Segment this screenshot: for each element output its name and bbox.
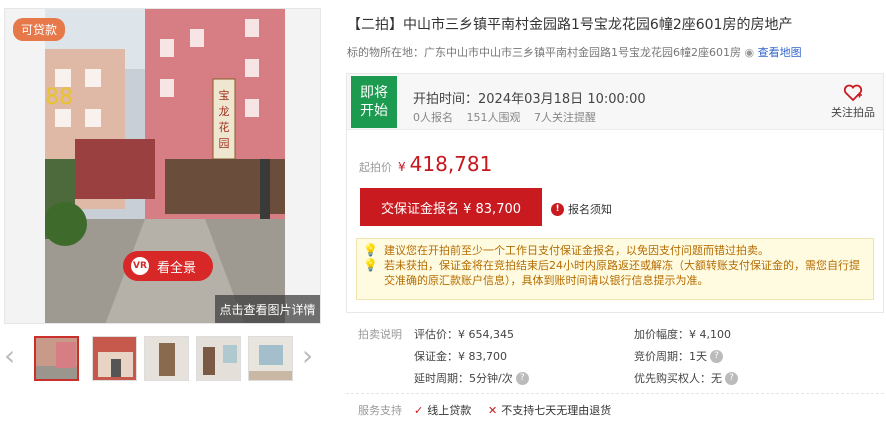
priority-buyer: 优先购买权人：无? <box>634 370 738 386</box>
vr-panorama-button[interactable]: VR 看全景 <box>123 251 213 281</box>
viewer-count: 151人围观 <box>466 111 521 124</box>
svg-text:宝: 宝 <box>219 88 230 102</box>
svg-text:花: 花 <box>219 121 230 134</box>
heart-plus-icon <box>843 84 863 102</box>
no-return-item: ✕ 不支持七天无理由退货 <box>488 402 611 418</box>
check-icon: ✓ <box>414 403 424 417</box>
notice-label: 报名须知 <box>568 203 612 216</box>
start-time: 开拍时间：2024年03月18日 10:00:00 <box>413 88 646 107</box>
price-label: 起拍价 <box>359 161 392 174</box>
thumbnail[interactable] <box>248 336 293 381</box>
vr-label: 看全景 <box>157 260 197 276</box>
currency-symbol: ¥ <box>398 160 406 174</box>
lightbulb-icon: 💡 <box>363 258 378 272</box>
auction-panel: 即将 开始 开拍时间：2024年03月18日 10:00:00 0人报名 151… <box>346 73 884 313</box>
thumbnail[interactable] <box>144 336 189 381</box>
service-label: 服务支持 <box>358 404 402 417</box>
status-text-1: 即将 <box>360 85 388 101</box>
auction-stats: 0人报名 151人围观 7人关注提醒 <box>413 109 606 125</box>
registration-notice-link[interactable]: ! 报名须知 <box>551 201 612 217</box>
next-arrow-icon[interactable]: › <box>302 342 313 370</box>
online-loan-item: ✓ 线上贷款 <box>414 402 471 418</box>
info-label: 拍卖说明 <box>358 328 402 341</box>
help-icon[interactable]: ? <box>515 371 529 385</box>
tips-box: 💡 建议您在开拍前至少一个工作日支付保证金报名，以免因支付问题而错过拍卖。 💡 若未… <box>356 238 874 300</box>
view-map-link[interactable]: 查看地图 <box>758 46 802 59</box>
tip-text: 若未获拍，保证金将在竞拍结束后24小时内原路返还或解冻（大额转账支付保证金的，需… <box>383 259 860 287</box>
address-value: 广东中山市中山市三乡镇平南村金园路1号宝龙花园6幢2座601房 <box>424 46 741 59</box>
svg-text:园: 园 <box>219 137 230 150</box>
cross-icon: ✕ <box>488 403 498 417</box>
bid-increment: 加价幅度：¥ 4,100 <box>634 328 731 341</box>
main-photo[interactable]: 宝 龙 花 园 88 可贷款 VR 看全景 点击查看图片详情 <box>4 8 321 324</box>
bidding-cycle-text: 竞价周期：1天 <box>634 350 707 363</box>
location-line: 标的物所在地：广东中山市中山市三乡镇平南村金园路1号宝龙花园6幢2座601房 ◉… <box>347 44 802 60</box>
status-tag: 即将 开始 <box>351 76 397 128</box>
help-icon[interactable]: ? <box>710 349 723 363</box>
assessment-price: 评估价：¥ 654,345 <box>414 328 514 341</box>
tip-item: 💡 若未获拍，保证金将在竞拍结束后24小时内原路返还或解冻（大额转账支付保证金的，… <box>363 258 867 288</box>
price-value: ¥418,781 <box>398 152 492 176</box>
status-text-2: 开始 <box>360 103 388 119</box>
no-return-text: 不支持七天无理由退货 <box>501 404 612 417</box>
delay-cycle: 延时周期：5分钟/次? <box>414 370 529 386</box>
signup-count: 0人报名 <box>413 111 453 124</box>
status-bar: 即将 开始 开拍时间：2024年03月18日 10:00:00 0人报名 151… <box>347 74 883 130</box>
bidding-cycle: 竞价周期：1天? <box>634 348 723 364</box>
address-label: 标的物所在地： <box>347 46 424 59</box>
divider <box>346 393 884 394</box>
thumbnail[interactable] <box>92 336 137 381</box>
help-icon[interactable]: ? <box>725 371 738 385</box>
vr-icon: VR <box>131 257 149 275</box>
view-photo-details-link[interactable]: 点击查看图片详情 <box>215 295 320 323</box>
lightbulb-icon: 💡 <box>363 243 378 257</box>
loan-available-badge: 可贷款 <box>13 18 66 41</box>
svg-text:88: 88 <box>45 85 73 110</box>
start-time-value: 2024年03月18日 10:00:00 <box>478 92 646 107</box>
exclamation-icon: ! <box>551 202 564 216</box>
online-loan-text: 线上贷款 <box>427 404 472 417</box>
deposit-amount: 保证金：¥ 83,700 <box>414 350 507 363</box>
tip-item: 💡 建议您在开拍前至少一个工作日支付保证金报名，以免因支付问题而错过拍卖。 <box>363 243 867 258</box>
map-pin-icon: ◉ <box>744 46 755 59</box>
follower-count: 7人关注提醒 <box>534 111 596 124</box>
thumbnail[interactable] <box>196 336 241 381</box>
svg-text:龙: 龙 <box>219 105 230 118</box>
follow-label: 关注拍品 <box>831 106 875 119</box>
thumbnail[interactable] <box>34 336 79 381</box>
thumbnail-strip: ‹ › <box>4 332 321 382</box>
priority-buyer-text: 优先购买权人：无 <box>634 372 722 385</box>
starting-price: 起拍价 ¥418,781 <box>359 152 492 176</box>
pay-deposit-register-button[interactable]: 交保证金报名 ¥ 83,700 <box>360 188 542 226</box>
delay-cycle-text: 延时周期：5分钟/次 <box>414 372 513 385</box>
price-number: 418,781 <box>409 152 493 176</box>
prev-arrow-icon[interactable]: ‹ <box>4 342 15 370</box>
tip-text: 建议您在开拍前至少一个工作日支付保证金报名，以免因支付问题而错过拍卖。 <box>383 244 769 257</box>
listing-title: 【二拍】中山市三乡镇平南村金园路1号宝龙花园6幢2座601房的房地产 <box>347 17 793 33</box>
follow-button[interactable]: 关注拍品 <box>831 84 875 120</box>
start-time-label: 开拍时间： <box>413 92 479 107</box>
